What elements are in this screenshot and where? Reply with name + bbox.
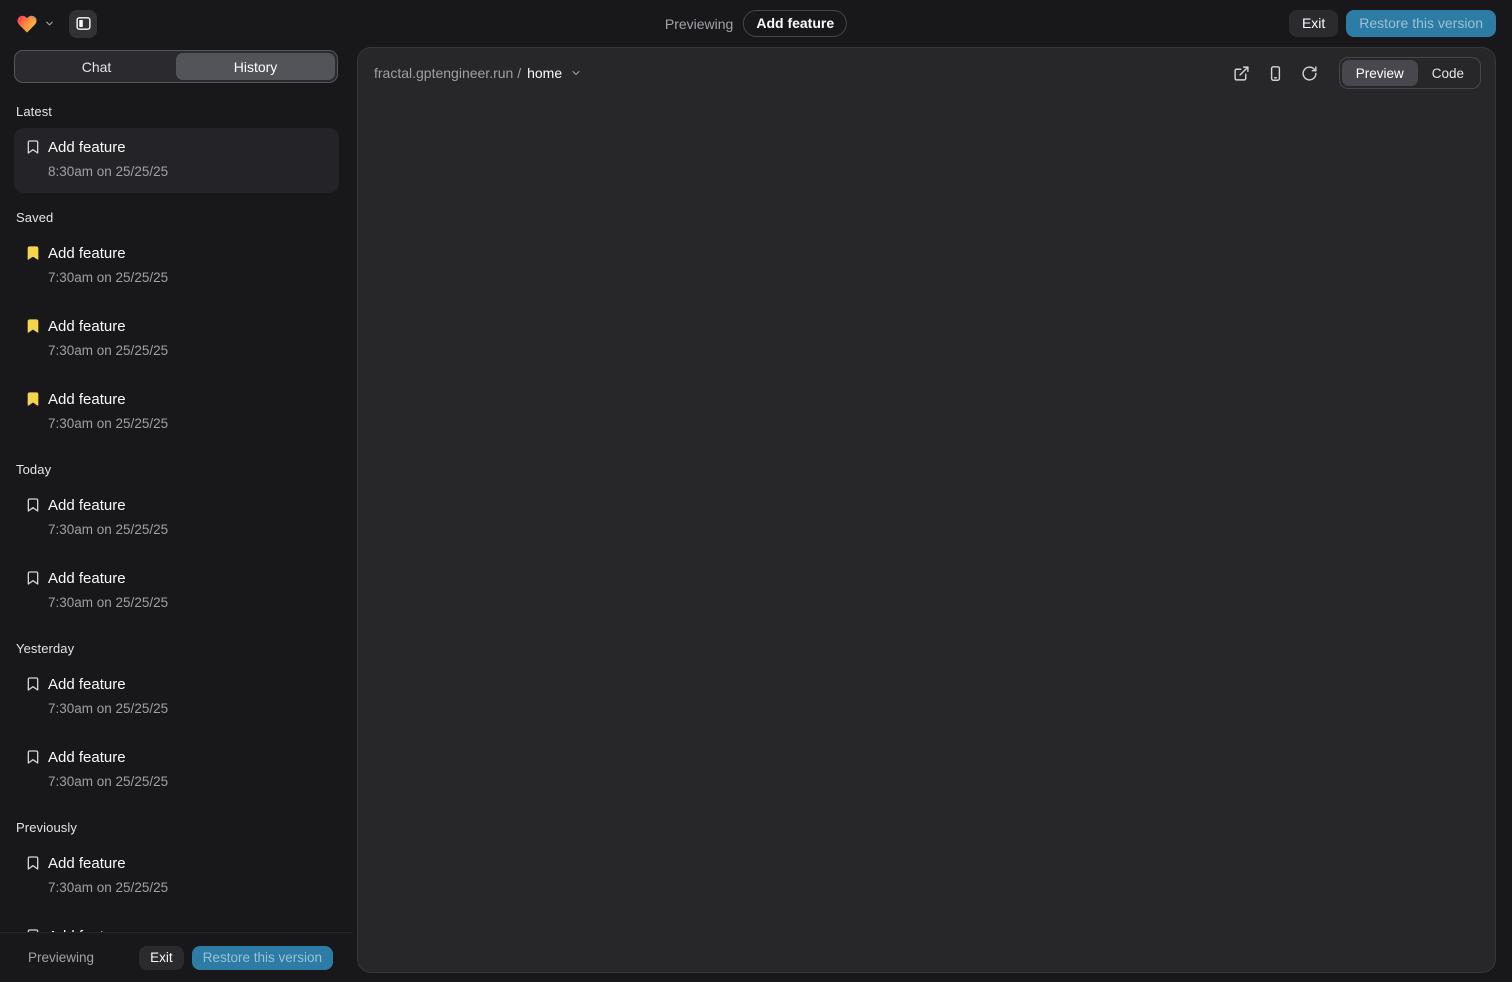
history-item-time: 7:30am on 25/25/25 <box>48 415 327 433</box>
sidebar-footer: Previewing Exit Restore this version <box>0 932 353 982</box>
open-in-new-tab-button[interactable] <box>1227 58 1257 88</box>
history-item-title: Add feature <box>48 390 327 410</box>
chevron-down-icon <box>570 67 582 79</box>
history-item-time: 7:30am on 25/25/25 <box>48 700 327 718</box>
external-link-icon <box>1233 65 1250 82</box>
previewing-status-label: Previewing <box>28 950 94 965</box>
tab-preview[interactable]: Preview <box>1342 60 1418 86</box>
topbar-right: Exit Restore this version <box>1289 10 1496 37</box>
history-list: Latest Add feature 8:30am on 25/25/25 Saved… <box>0 83 353 932</box>
topbar-center: Previewing Add feature <box>665 0 847 47</box>
refresh-button[interactable] <box>1295 58 1325 88</box>
bookmark-icon <box>25 570 41 586</box>
section-label: Today <box>16 462 337 477</box>
history-item-time: 7:30am on 25/25/25 <box>48 773 327 791</box>
smartphone-icon <box>1267 65 1284 82</box>
preview-canvas <box>358 98 1495 972</box>
url-breadcrumb[interactable]: fractal.gptengineer.run / home <box>374 65 582 81</box>
footer-restore-version-button[interactable]: Restore this version <box>192 946 333 970</box>
history-item-time: 7:30am on 25/25/25 <box>48 879 327 897</box>
preview-panel: fractal.gptengineer.run / home <box>357 47 1496 973</box>
preview-actions: Preview Code <box>1227 57 1481 89</box>
history-item[interactable]: Add feature 7:30am on 25/25/25 <box>14 307 339 372</box>
bookmark-icon <box>25 855 41 871</box>
history-item[interactable]: Add feature 7:30am on 25/25/25 <box>14 844 339 909</box>
history-item-time: 7:30am on 25/25/25 <box>48 269 327 287</box>
history-item-title: Add feature <box>48 317 327 337</box>
tab-chat[interactable]: Chat <box>17 53 176 80</box>
sidebar-toggle-button[interactable] <box>69 10 97 38</box>
tab-history[interactable]: History <box>176 53 335 80</box>
section-label: Latest <box>16 104 337 119</box>
history-item-title: Add feature <box>48 927 327 932</box>
history-item[interactable]: Add feature 7:30am on 25/25/25 <box>14 738 339 803</box>
history-item-title: Add feature <box>48 569 327 589</box>
breadcrumb-page: home <box>527 65 562 81</box>
history-item-title: Add feature <box>48 675 327 695</box>
history-item[interactable]: Add feature 7:30am on 25/25/25 <box>14 486 339 551</box>
bookmark-icon <box>25 676 41 692</box>
bookmark-icon <box>25 139 41 155</box>
history-item[interactable]: Add feature7:30am on 25/25/25 <box>14 917 339 932</box>
panel-left-icon <box>75 15 92 32</box>
section-label: Yesterday <box>16 641 337 656</box>
section-label: Saved <box>16 210 337 225</box>
tab-code[interactable]: Code <box>1418 60 1478 86</box>
restore-version-button[interactable]: Restore this version <box>1346 10 1496 37</box>
bookmark-icon <box>25 928 41 932</box>
bookmark-saved-icon <box>25 318 41 334</box>
history-item-time: 7:30am on 25/25/25 <box>48 521 327 539</box>
bookmark-icon <box>25 749 41 765</box>
history-item[interactable]: Add feature 7:30am on 25/25/25 <box>14 559 339 624</box>
history-item-title: Add feature <box>48 244 327 264</box>
bookmark-icon <box>25 497 41 513</box>
topbar-left <box>16 10 97 38</box>
version-pill[interactable]: Add feature <box>743 10 847 37</box>
history-item-title: Add feature <box>48 748 327 768</box>
history-item-title: Add feature <box>48 496 327 516</box>
mobile-view-button[interactable] <box>1261 58 1291 88</box>
history-item-title: Add feature <box>48 854 327 874</box>
history-item[interactable]: Add feature 7:30am on 25/25/25 <box>14 380 339 445</box>
preview-code-toggle: Preview Code <box>1339 57 1481 89</box>
chevron-down-icon[interactable] <box>44 18 55 29</box>
section-label: Previously <box>16 820 337 835</box>
preview-header: fractal.gptengineer.run / home <box>358 48 1495 98</box>
history-item-time: 8:30am on 25/25/25 <box>48 163 327 181</box>
lovable-heart-logo[interactable] <box>16 13 38 35</box>
footer-exit-button[interactable]: Exit <box>139 946 184 970</box>
history-item[interactable]: Add feature 7:30am on 25/25/25 <box>14 234 339 299</box>
history-item-time: 7:30am on 25/25/25 <box>48 594 327 612</box>
refresh-icon <box>1301 65 1318 82</box>
chat-history-tabs: Chat History <box>14 50 338 83</box>
history-sidebar: Chat History Latest Add feature 8:30am on … <box>0 47 353 982</box>
history-item[interactable]: Add feature 8:30am on 25/25/25 <box>14 128 339 193</box>
history-item-time: 7:30am on 25/25/25 <box>48 342 327 360</box>
previewing-label: Previewing <box>665 16 733 32</box>
topbar: Previewing Add feature Exit Restore this… <box>0 0 1512 47</box>
exit-button[interactable]: Exit <box>1289 10 1338 37</box>
breadcrumb-host: fractal.gptengineer.run / <box>374 65 521 81</box>
history-item[interactable]: Add feature 7:30am on 25/25/25 <box>14 665 339 730</box>
history-item-title: Add feature <box>48 138 327 158</box>
bookmark-saved-icon <box>25 391 41 407</box>
bookmark-saved-icon <box>25 245 41 261</box>
